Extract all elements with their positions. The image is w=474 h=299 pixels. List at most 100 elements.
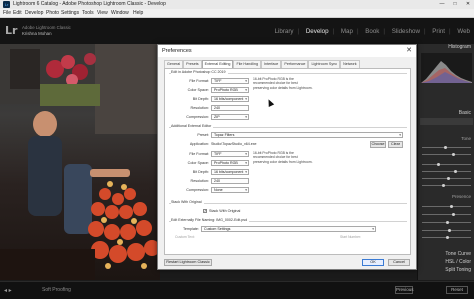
minimize-button[interactable]: — [436, 0, 448, 9]
slider-thumb[interactable] [437, 163, 440, 166]
ext-resolution-input[interactable]: 240 [211, 178, 249, 184]
saturation-slider[interactable] [422, 236, 471, 239]
slider-thumb[interactable] [452, 213, 455, 216]
tab-external-editing[interactable]: External Editing [201, 60, 234, 68]
menu-tools[interactable]: Tools [82, 9, 94, 18]
slider-thumb[interactable] [444, 146, 447, 149]
tab-network[interactable]: Network [340, 60, 360, 68]
ok-button[interactable]: OK [362, 259, 384, 266]
slider-thumb[interactable] [446, 221, 449, 224]
tab-interface[interactable]: Interface [261, 60, 282, 68]
exposure-slider[interactable] [422, 146, 471, 149]
chevron-down-icon: ▾ [245, 170, 247, 174]
menu-edit[interactable]: Edit [13, 9, 22, 18]
clear-application-button[interactable]: Clear [388, 141, 403, 148]
ps-color-space-select[interactable]: ProPhoto RGB ▾ [211, 87, 249, 93]
module-map[interactable]: Map [341, 28, 353, 35]
menu-photo[interactable]: Photo [46, 9, 59, 18]
previous-button[interactable]: Previous [395, 286, 414, 294]
dehaze-slider[interactable] [422, 221, 471, 224]
maximize-button[interactable]: □ [449, 0, 461, 9]
ps-file-format-select[interactable]: TIFF ▾ [211, 78, 249, 84]
ext-bit-depth-select[interactable]: 16 bits/component ▾ [211, 169, 249, 175]
highlights-slider[interactable] [422, 163, 471, 166]
tab-presets[interactable]: Presets [183, 60, 202, 68]
slider-thumb[interactable] [448, 229, 451, 232]
texture-slider[interactable] [422, 205, 471, 208]
ext-color-space-select[interactable]: ProPhoto RGB ▾ [211, 160, 249, 166]
dialog-title: Preferences [158, 45, 416, 57]
slider-thumb[interactable] [452, 153, 455, 156]
develop-right-panel: Histogram Basic Tone Presence Tone Curve… [417, 44, 474, 280]
view-mode-icons[interactable]: ◂ ▸ [4, 287, 12, 294]
module-web[interactable]: Web [457, 28, 470, 35]
identity-product: Adobe Lightroom Classic [22, 25, 71, 30]
ps-file-format-label: File Format: [189, 79, 209, 83]
basic-panel-header[interactable]: Basic [459, 110, 471, 116]
ext-color-space-label: Color Space: [187, 161, 209, 165]
ps-bit-depth-select[interactable]: 16 bits/component ▾ [211, 96, 249, 102]
close-window-button[interactable]: ✕ [462, 0, 474, 9]
contrast-slider[interactable] [422, 153, 471, 156]
split-toning-header[interactable]: Split Toning [445, 267, 471, 273]
dialog-close-icon[interactable]: ✕ [406, 45, 412, 57]
chevron-down-icon: ▾ [399, 133, 401, 137]
start-number-label: Start Number: [340, 235, 362, 239]
histogram-display [421, 53, 472, 83]
ps-compression-select[interactable]: ZIP ▾ [211, 114, 249, 120]
blacks-slider[interactable] [422, 184, 471, 187]
ext-compression-select[interactable]: None ▾ [211, 187, 249, 193]
lightroom-logo: Lr [5, 24, 18, 37]
ps-bit-depth-value: 16 bits/component [214, 97, 244, 101]
ps-compression-label: Compression: [186, 115, 209, 119]
tab-file-handling[interactable]: File Handling [233, 60, 261, 68]
ext-compression-value: None [214, 188, 223, 192]
vibrance-slider[interactable] [422, 229, 471, 232]
menu-window[interactable]: Window [111, 9, 129, 18]
menu-settings[interactable]: Settings [61, 9, 79, 18]
presence-label: Presence [451, 194, 471, 199]
menu-develop[interactable]: Develop [25, 9, 43, 18]
preset-select[interactable]: Topaz Filters ▾ [211, 132, 403, 138]
menu-view[interactable]: View [97, 9, 108, 18]
restart-lightroom-button[interactable]: Restart Lightroom Classic [164, 259, 212, 266]
hsl-header[interactable]: HSL / Color [445, 259, 471, 265]
module-library[interactable]: Library [275, 28, 294, 35]
slider-thumb[interactable] [446, 236, 449, 239]
tab-lightroom-sync[interactable]: Lightroom Sync [308, 60, 341, 68]
module-develop[interactable]: Develop [306, 28, 329, 35]
identity-plate: Adobe Lightroom Classic Krishna Mohan [22, 25, 71, 36]
tab-general[interactable]: General [164, 60, 184, 68]
tab-performance[interactable]: Performance [281, 60, 309, 68]
module-slideshow[interactable]: Slideshow [392, 28, 420, 35]
ext-resolution-label: Resolution: [190, 179, 209, 183]
ps-resolution-input[interactable]: 240 [211, 105, 249, 111]
ps-recommendation-note: 16-bit ProPhoto RGB is the recommended c… [253, 77, 313, 90]
menu-file[interactable]: File [3, 9, 11, 18]
module-print[interactable]: Print [432, 28, 445, 35]
cancel-button[interactable]: Cancel [388, 259, 410, 266]
choose-application-button[interactable]: Choose [370, 141, 386, 148]
slider-thumb[interactable] [447, 177, 450, 180]
tone-curve-header[interactable]: Tone Curve [445, 251, 471, 257]
template-select[interactable]: Custom Settings ▾ [201, 226, 376, 232]
stack-with-original-checkbox[interactable]: ✓ [203, 209, 207, 213]
ext-file-format-select[interactable]: TIFF ▾ [211, 151, 249, 157]
reset-button[interactable]: Reset [446, 286, 468, 294]
window-title: Lightroom 6 Catalog - Adobe Photoshop Li… [13, 1, 166, 7]
module-book[interactable]: Book [365, 28, 379, 35]
menu-help[interactable]: Help [133, 9, 143, 18]
histogram-header[interactable]: Histogram [448, 44, 471, 50]
ps-file-format-value: TIFF [214, 79, 222, 83]
develop-photo-canvas[interactable] [0, 44, 160, 280]
slider-thumb[interactable] [454, 170, 457, 173]
shadows-slider[interactable] [422, 170, 471, 173]
slider-thumb[interactable] [450, 205, 453, 208]
soft-proofing-toggle[interactable]: Soft Proofing [42, 287, 71, 293]
ps-bit-depth-label: Bit Depth: [192, 97, 209, 101]
chevron-down-icon: ▾ [245, 97, 247, 101]
chevron-down-icon: ▾ [245, 88, 247, 92]
whites-slider[interactable] [422, 177, 471, 180]
clarity-slider[interactable] [422, 213, 471, 216]
slider-thumb[interactable] [442, 184, 445, 187]
